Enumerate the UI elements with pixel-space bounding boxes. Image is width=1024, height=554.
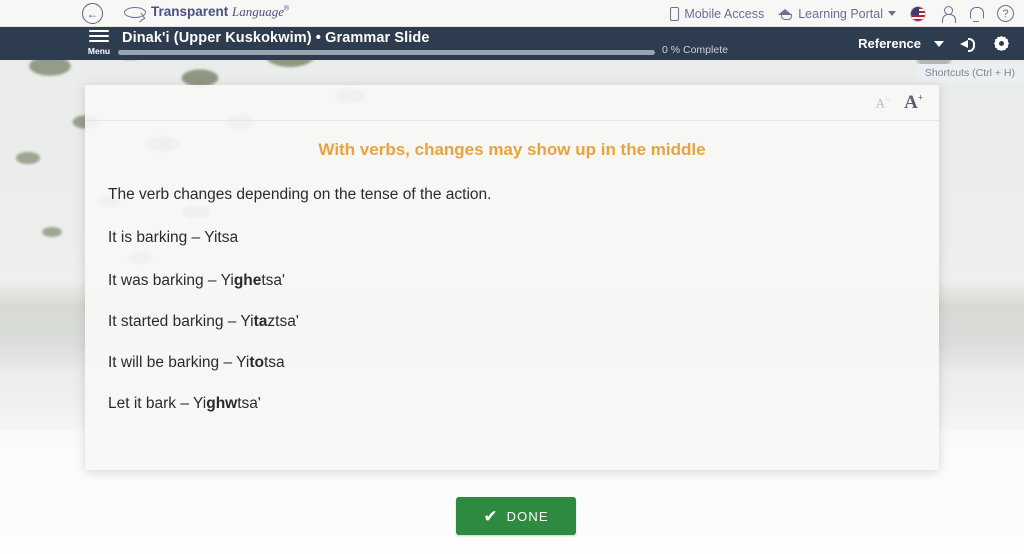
mobile-access-label: Mobile Access bbox=[684, 6, 765, 21]
example-target-infix: ta bbox=[253, 312, 268, 330]
example-line: Let it bark – Yighwtsa' bbox=[108, 394, 908, 415]
person-icon[interactable] bbox=[940, 5, 956, 23]
example-english: It started barking – bbox=[108, 312, 241, 330]
example-target-infix: ghw bbox=[206, 394, 238, 412]
card-title: With verbs, changes may show up in the m… bbox=[318, 140, 706, 159]
example-target-post: tsa' bbox=[261, 271, 286, 289]
example-target-pre: Yi bbox=[193, 394, 207, 412]
speaker-icon[interactable] bbox=[960, 36, 977, 52]
example-english: Let it bark – bbox=[108, 394, 194, 412]
menu-button[interactable]: Menu bbox=[86, 30, 112, 55]
example-english: It will be barking – bbox=[108, 353, 237, 371]
top-utility-bar: ← Transparent Language® Mobile Access Le… bbox=[0, 0, 1024, 27]
check-icon: ✔ bbox=[483, 506, 498, 526]
back-arrow-icon[interactable]: ← bbox=[82, 3, 103, 24]
example-line: It was barking – Yighetsa' bbox=[108, 271, 908, 292]
font-increase-button[interactable]: A+ bbox=[904, 92, 923, 114]
lesson-nav-actions: Reference bbox=[858, 27, 1010, 60]
chevron-down-icon bbox=[888, 11, 896, 16]
card-body: The verb changes depending on the tense … bbox=[108, 185, 908, 435]
lesson-navigation-bar: Menu Dinak'i (Upper Kuskokwim) • Grammar… bbox=[0, 27, 1024, 60]
font-decrease-button[interactable]: A− bbox=[876, 94, 890, 111]
example-target-infix: to bbox=[249, 353, 264, 371]
mobile-access-link[interactable]: Mobile Access bbox=[670, 6, 765, 21]
reference-label: Reference bbox=[858, 36, 921, 51]
shortcuts-badge[interactable]: Shortcuts (Ctrl + H) bbox=[915, 64, 1024, 83]
logo-name-italic: Language bbox=[232, 4, 285, 19]
progress-bar bbox=[118, 50, 655, 55]
card-toolbar: A− A+ bbox=[85, 85, 939, 121]
intro-text: The verb changes depending on the tense … bbox=[108, 186, 492, 203]
example-line: It will be barking – Yitotsa bbox=[108, 353, 908, 374]
done-button[interactable]: ✔ DONE bbox=[456, 497, 576, 535]
learning-portal-menu[interactable]: Learning Portal bbox=[778, 7, 896, 21]
example-target-post: tsa' bbox=[237, 394, 261, 412]
chevron-down-icon bbox=[934, 40, 944, 47]
graduation-cap-icon bbox=[778, 8, 793, 20]
learning-portal-label: Learning Portal bbox=[798, 6, 883, 21]
example-english: It was barking – bbox=[108, 271, 221, 289]
us-flag-icon[interactable] bbox=[910, 5, 926, 22]
example-target-pre: Yi bbox=[240, 312, 254, 330]
example-line: It started barking – Yitaztsa' bbox=[108, 312, 908, 333]
gear-icon[interactable] bbox=[993, 35, 1010, 52]
example-target-post: ztsa' bbox=[267, 312, 299, 330]
example-list: It is barking – Yitsa It was barking – Yi… bbox=[108, 228, 908, 415]
example-line: It is barking – Yitsa bbox=[108, 228, 908, 249]
progress-label: 0 % Complete bbox=[662, 44, 728, 56]
bell-icon[interactable] bbox=[969, 6, 984, 22]
example-target-pre: Yitsa bbox=[204, 228, 239, 246]
done-button-label: DONE bbox=[506, 508, 549, 524]
speech-bubble-icon bbox=[124, 6, 146, 18]
phone-icon bbox=[670, 6, 680, 21]
hamburger-icon bbox=[89, 30, 109, 45]
example-target-pre: Yi bbox=[220, 271, 234, 289]
grammar-slide-card: A− A+ With verbs, changes may show up in… bbox=[85, 85, 939, 470]
logo-text: Transparent Language® bbox=[151, 4, 289, 20]
menu-button-label: Menu bbox=[87, 45, 111, 56]
page-title: Dinak'i (Upper Kuskokwim) • Grammar Slid… bbox=[122, 30, 430, 46]
reference-dropdown[interactable]: Reference bbox=[858, 36, 944, 51]
transparent-language-logo: Transparent Language® bbox=[124, 4, 289, 20]
example-target-pre: Yi bbox=[236, 353, 250, 371]
example-target-infix: ghe bbox=[233, 271, 262, 289]
example-target-post: tsa bbox=[263, 353, 285, 371]
logo-name-bold: Transparent bbox=[151, 4, 229, 19]
help-icon[interactable]: ? bbox=[997, 5, 1014, 22]
top-utility-actions: Mobile Access Learning Portal ? bbox=[670, 0, 1014, 27]
example-english: It is barking – bbox=[108, 228, 205, 246]
logo-trademark: ® bbox=[284, 5, 290, 13]
